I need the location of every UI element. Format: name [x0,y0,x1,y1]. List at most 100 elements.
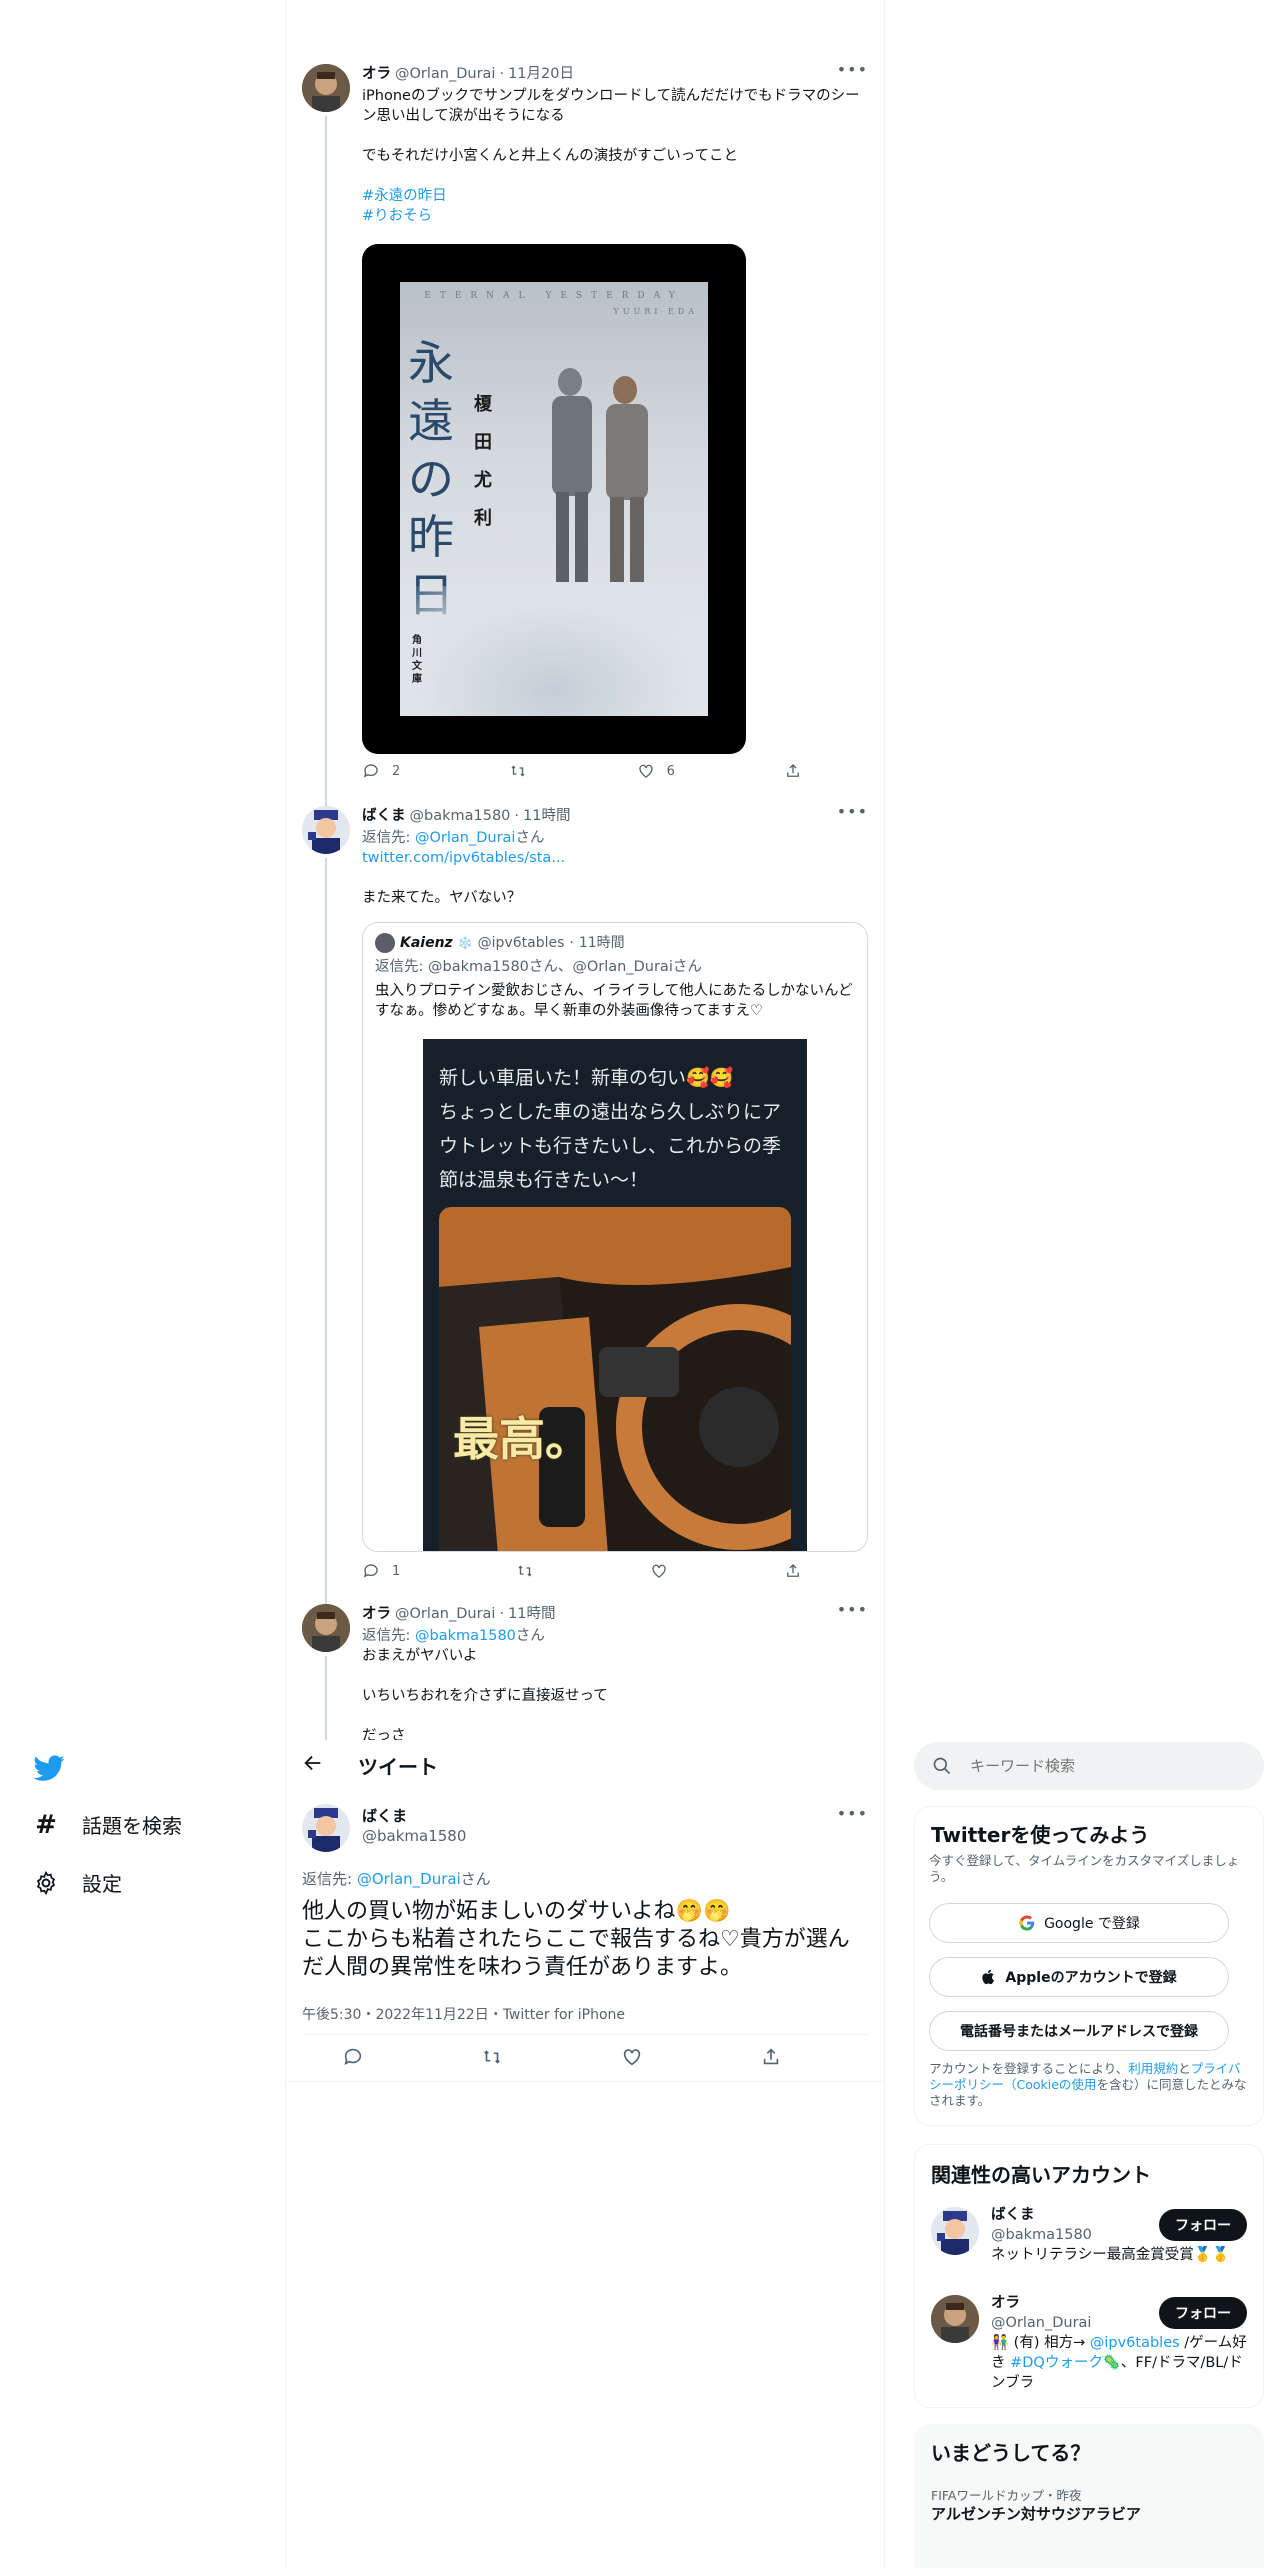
book-author-en: YUURI EDA [613,307,698,316]
related-title: 関連性の高いアカウント [931,2163,1151,2187]
gear-icon [32,1869,60,1897]
display-name[interactable]: オラ [362,64,391,84]
display-name[interactable]: オラ [362,1604,391,1624]
trend-item[interactable]: FIFAワールドカップ・昨夜 アルゼンチン対サウジアラビア [915,2481,1263,2541]
reply-icon[interactable] [342,2046,364,2068]
share-icon[interactable] [760,2046,782,2068]
reply-context: 返信先: @bakma1580さん [362,1628,545,1644]
follow-button[interactable]: フォロー [1159,2209,1247,2241]
timestamp[interactable]: 11時間 [523,806,570,826]
terms-link[interactable]: 利用規約 [1128,2061,1178,2076]
avatar[interactable] [302,806,350,854]
tweet-actions: 2 6 [362,762,802,780]
more-icon[interactable]: ••• [837,1600,868,1620]
tweet-header: ばくま @bakma1580 · 11時間 [362,806,571,826]
search-icon [933,1757,951,1775]
avatar[interactable] [302,1804,350,1852]
nav-item-explore[interactable]: # 話題を検索 [32,1810,182,1840]
like-button[interactable]: 6 [637,762,675,780]
book-author: 榎田尤利 [474,394,492,529]
tweet-text-2: いちいちおれを介さずに直接返せって [362,1688,608,1704]
like-button[interactable] [650,1562,668,1580]
signup-title: Twitterを使ってみよう [931,1823,1150,1847]
more-icon[interactable]: ••• [837,802,868,822]
hashtag-link[interactable]: #永遠の昨日 [362,186,868,206]
avatar[interactable] [302,64,350,112]
author-info[interactable]: ばくま @bakma1580 [362,1806,466,1846]
stamp-text: 最高。 [453,1412,591,1466]
timestamp[interactable]: 11月20日 [508,64,574,84]
mention-link[interactable]: @Orlan_Durai [357,1870,461,1888]
handle[interactable]: @bakma1580 [362,1826,466,1846]
retweet-icon[interactable] [481,2046,503,2068]
tweet-orlan-2[interactable]: オラ @Orlan_Durai · 11時間 ••• 返信先: @bakma15… [286,1600,884,1740]
google-signup-button[interactable]: Google で登録 [929,1903,1229,1943]
hashtag-link[interactable]: #りおそら [362,206,868,226]
car-interior-photo: 最高。 [439,1207,791,1551]
avatar[interactable] [931,2295,979,2343]
mention-link[interactable]: @Orlan_Durai [415,830,515,846]
reply-context: 返信先: @Orlan_Duraiさん [362,830,545,846]
book-cover-image[interactable]: ETERNAL YESTERDAY YUURI EDA 永遠の昨日 榎田尤利 角… [362,244,746,754]
tweet-orlan-1[interactable]: オラ @Orlan_Durai · 11月20日 ••• iPhoneのブックで… [286,60,884,806]
trend-topic: アルゼンチン対サウジアラビア [931,2505,1141,2523]
tweet-meta[interactable]: 午後5:30・2022年11月22日・Twitter for iPhone [302,2004,625,2024]
back-arrow-icon[interactable] [302,1752,328,1778]
related-account[interactable]: オラ @Orlan_Durai 👫 (有) 相方→ @ipv6tables /ゲ… [915,2291,1263,2401]
mention-link[interactable]: @bakma1580 [415,1628,516,1644]
twitter-logo-icon[interactable] [32,1752,66,1786]
tweet-bakma[interactable]: ばくま @bakma1580 · 11時間 ••• 返信先: @Orlan_Du… [286,800,884,1603]
bio: 👫 (有) 相方→ @ipv6tables /ゲーム好き #DQウォーク🦠、FF… [991,2335,1247,2391]
display-name[interactable]: ばくま [362,806,406,826]
signup-subtitle: 今すぐ登録して、タイムラインをカスタマイズしましょう。 [929,1853,1240,1884]
quote-avatar [375,933,395,953]
quote-text: 虫入りプロテイン愛飲おじさん、イライラして他人にあたるしかないんどすなぁ。惨めど… [375,983,853,1019]
related-account[interactable]: ばくま @bakma1580 ネットリテラシー最高金賞受賞🥇🥇 フォロー [915,2203,1263,2287]
retweet-icon [511,765,525,777]
display-name[interactable]: ばくま [362,1806,466,1826]
reply-button[interactable]: 2 [362,762,400,780]
avatar[interactable] [302,1604,350,1652]
trends-title: いまどうしてる？ [931,2441,1091,2465]
retweet-button[interactable] [509,762,527,780]
column-divider-right [884,0,885,2568]
apple-signup-button[interactable]: Appleのアカウントで登録 [929,1957,1229,1997]
nav-item-settings[interactable]: 設定 [32,1868,122,1897]
reply-button[interactable]: 1 [362,1562,400,1580]
mention-link[interactable]: @ipv6tables [1090,2335,1180,2351]
handle[interactable]: @Orlan_Durai [395,64,495,84]
reply-count: 2 [392,763,401,779]
timestamp[interactable]: 11時間 [508,1604,555,1624]
share-button[interactable] [784,762,802,780]
share-button[interactable] [784,1562,802,1580]
page-title: ツイート [358,1755,438,1779]
car-screenshot-image[interactable]: 新しい車届いた！新車の匂い🥰🥰 ちょっとした車の遠出なら久しぶりにアウトレットも… [423,1039,807,1551]
more-icon[interactable]: ••• [837,1804,868,1823]
quote-tweet[interactable]: Kaienz ❄️ @ipv6tables · 11時間 返信先: @bakma… [362,922,868,1552]
quote-name: Kaienz [400,935,453,951]
tweet-header: オラ @Orlan_Durai · 11月20日 [362,64,574,84]
share-icon [787,764,799,777]
thread-line [325,116,327,806]
nav-label: 設定 [82,1872,122,1896]
tweet-text-3: だっさ [362,1728,406,1740]
book-publisher: 角川文庫 [412,635,422,685]
tweet-text: 他人の買い物が妬ましいのダサいよね🤭🤭 ここからも粘着されたらここで報告するね♡… [302,1899,850,1980]
url-link[interactable]: twitter.com/ipv6tables/sta... [362,848,868,868]
heart-icon[interactable] [621,2046,643,2068]
retweet-button[interactable] [516,1562,534,1580]
search-box[interactable] [914,1742,1264,1790]
hashtag-link[interactable]: #DQウォーク [1010,2355,1103,2371]
more-icon[interactable]: ••• [837,60,868,80]
quote-reply-context: 返信先: @bakma1580さん、@Orlan_Duraiさん [375,959,702,975]
avatar[interactable] [931,2207,979,2255]
handle[interactable]: @bakma1580 [410,806,511,826]
handle[interactable]: @Orlan_Durai [395,1604,495,1624]
reply-context: 返信先: @Orlan_Duraiさん [302,1870,491,1888]
tweet-text-2: でもそれだけ小宮くんと井上くんの演技がすごいってこと [362,148,738,164]
tweet-header: オラ @Orlan_Durai · 11時間 [362,1604,556,1624]
follow-button[interactable]: フォロー [1159,2297,1247,2329]
phone-email-signup-button[interactable]: 電話番号またはメールアドレスで登録 [929,2011,1229,2051]
search-input[interactable] [970,1754,1240,1778]
nav-label: 話題を検索 [82,1814,182,1838]
